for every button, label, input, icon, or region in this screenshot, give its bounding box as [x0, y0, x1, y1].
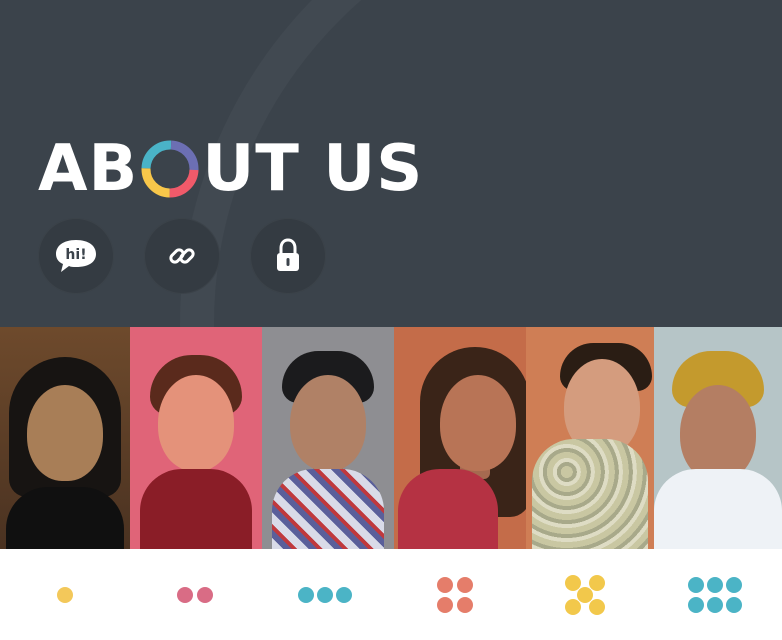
dot [57, 586, 73, 603]
dot-cluster-icon [298, 586, 352, 603]
dot [707, 576, 723, 593]
team-photo-strip [0, 327, 782, 549]
about-us-screen: AB UT US hi! [0, 0, 782, 640]
dot [565, 598, 581, 615]
dot-cluster-icon [437, 576, 473, 613]
dot [336, 586, 352, 603]
svg-text:hi!: hi! [65, 247, 86, 263]
dot [707, 596, 723, 613]
dot [589, 574, 605, 591]
dot [726, 576, 742, 593]
dot [177, 586, 193, 603]
dot-cluster-icon [57, 586, 73, 603]
dot [726, 596, 742, 613]
colorful-o-logo [140, 139, 200, 199]
team-photo-1 [0, 327, 130, 549]
link-button[interactable] [144, 218, 220, 294]
dot-group-2 [130, 568, 260, 622]
dot-group-3 [260, 568, 390, 622]
dot [437, 596, 453, 613]
action-icons: hi! [38, 218, 326, 294]
dot [589, 598, 605, 615]
dot [437, 576, 453, 593]
page-title: AB UT US [38, 129, 423, 209]
dot-group-5 [520, 568, 650, 622]
team-photo-3 [262, 327, 394, 549]
dot [457, 576, 473, 593]
dot [688, 596, 704, 613]
team-photo-6 [654, 327, 782, 549]
dot-group-4 [390, 568, 520, 622]
dot [577, 586, 593, 603]
dot-cluster-icon [688, 576, 742, 613]
team-photo-2 [130, 327, 262, 549]
lock-icon [277, 238, 299, 271]
title-text-start: AB [38, 131, 139, 206]
dot [317, 586, 333, 603]
dot-group-1 [0, 568, 130, 622]
chat-button[interactable]: hi! [38, 218, 114, 294]
dot-cluster-icon [177, 586, 213, 603]
dot [298, 586, 314, 603]
team-photo-5 [526, 327, 654, 549]
dot-cluster-icon [565, 574, 605, 615]
dot-group-6 [650, 568, 780, 622]
dot [688, 576, 704, 593]
title-text-end: UT US [202, 131, 424, 206]
dot [565, 574, 581, 591]
dot-group-row [0, 549, 782, 640]
header: AB UT US hi! [0, 0, 782, 327]
chat-icon: hi! [56, 240, 96, 272]
dot [457, 596, 473, 613]
dot [197, 586, 213, 603]
lock-button[interactable] [250, 218, 326, 294]
link-icon [169, 248, 195, 264]
team-photo-4 [394, 327, 526, 549]
